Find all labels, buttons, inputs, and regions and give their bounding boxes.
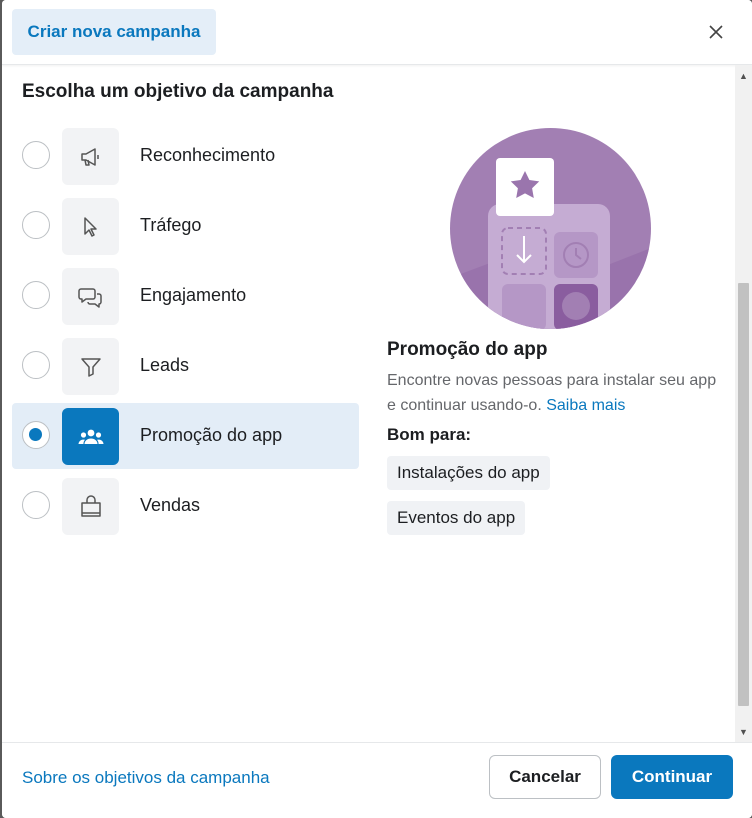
- shopping-bag-icon: [62, 478, 119, 535]
- dialog-footer: Sobre os objetivos da campanha Cancelar …: [2, 742, 752, 818]
- objective-label: Promoção do app: [140, 425, 283, 445]
- good-for-chip: Eventos do app: [387, 501, 526, 535]
- scroll-up-arrow-icon[interactable]: ▲: [735, 67, 752, 84]
- radio-button[interactable]: [22, 211, 50, 239]
- objective-label: Tráfego: [140, 215, 202, 235]
- objective-option-reconhecimento[interactable]: Reconhecimento: [12, 123, 359, 189]
- learn-more-link[interactable]: Saiba mais: [546, 397, 625, 414]
- scroll-down-arrow-icon[interactable]: ▼: [735, 723, 752, 740]
- radio-button-checked[interactable]: [22, 421, 50, 449]
- objective-label: Leads: [140, 355, 190, 375]
- radio-button[interactable]: [22, 281, 50, 309]
- good-for-chip: Instalações do app: [387, 456, 550, 490]
- about-objectives-link[interactable]: Sobre os objetivos da campanha: [22, 768, 270, 788]
- scrollbar-thumb[interactable]: [738, 283, 749, 706]
- dialog-body: Escolha um objetivo da campanha Reconhec…: [2, 65, 734, 742]
- close-icon[interactable]: [702, 18, 730, 46]
- objective-label: Engajamento: [140, 285, 247, 305]
- people-icon: [62, 408, 119, 465]
- app-promotion-illustration: [450, 128, 651, 329]
- continue-button[interactable]: Continuar: [611, 755, 733, 799]
- objective-option-leads[interactable]: Leads: [12, 333, 359, 399]
- tab-create-campaign[interactable]: Criar nova campanha: [12, 9, 216, 55]
- section-title: Escolha um objetivo da campanha: [22, 81, 334, 102]
- good-for-label: Bom para:: [387, 425, 472, 444]
- objective-label: Reconhecimento: [140, 145, 276, 165]
- objective-detail-description: Encontre novas pessoas para instalar seu…: [387, 368, 717, 418]
- filter-icon: [62, 338, 119, 395]
- objective-option-engajamento[interactable]: Engajamento: [12, 263, 359, 329]
- objective-option-vendas[interactable]: Vendas: [12, 473, 359, 539]
- megaphone-icon: [62, 128, 119, 185]
- radio-button[interactable]: [22, 351, 50, 379]
- chat-bubbles-icon: [62, 268, 119, 325]
- objective-label: Vendas: [140, 495, 201, 515]
- objective-option-trafego[interactable]: Tráfego: [12, 193, 359, 259]
- radio-button[interactable]: [22, 491, 50, 519]
- vertical-scrollbar[interactable]: ▲ ▼: [735, 65, 752, 742]
- dialog-header: Criar nova campanha: [2, 0, 752, 65]
- objective-detail-title: Promoção do app: [387, 339, 548, 360]
- cancel-button[interactable]: Cancelar: [489, 755, 601, 799]
- objective-option-promocao-do-app[interactable]: Promoção do app: [12, 403, 359, 469]
- cursor-icon: [62, 198, 119, 255]
- radio-button[interactable]: [22, 141, 50, 169]
- create-campaign-dialog: Criar nova campanha Escolha um objetivo …: [2, 0, 752, 818]
